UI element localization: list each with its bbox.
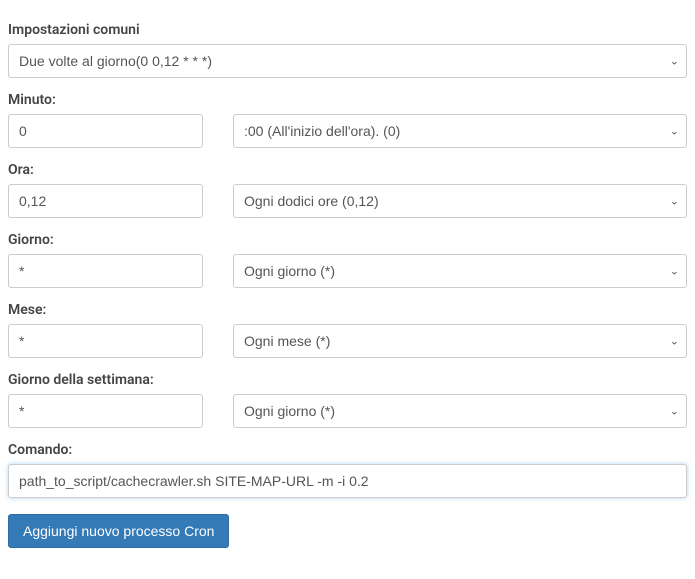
minute-input[interactable] xyxy=(8,114,203,148)
hour-select[interactable]: Ogni dodici ore (0,12) xyxy=(233,184,687,218)
weekday-select[interactable]: Ogni giorno (*) xyxy=(233,394,687,428)
hour-input[interactable] xyxy=(8,184,203,218)
common-settings-select[interactable]: Due volte al giorno(0 0,12 * * *) xyxy=(8,44,687,78)
weekday-input[interactable] xyxy=(8,394,203,428)
day-select-wrap: Ogni giorno (*) ⌄ xyxy=(233,254,687,288)
month-select-wrap: Ogni mese (*) ⌄ xyxy=(233,324,687,358)
minute-label: Minuto: xyxy=(8,92,687,108)
month-label: Mese: xyxy=(8,302,687,318)
month-input[interactable] xyxy=(8,324,203,358)
hour-select-wrap: Ogni dodici ore (0,12) ⌄ xyxy=(233,184,687,218)
weekday-select-wrap: Ogni giorno (*) ⌄ xyxy=(233,394,687,428)
day-select[interactable]: Ogni giorno (*) xyxy=(233,254,687,288)
day-input[interactable] xyxy=(8,254,203,288)
weekday-label: Giorno della settimana: xyxy=(8,372,687,388)
month-select[interactable]: Ogni mese (*) xyxy=(233,324,687,358)
minute-select-wrap: :00 (All'inizio dell'ora). (0) ⌄ xyxy=(233,114,687,148)
common-settings-label: Impostazioni comuni xyxy=(8,22,687,38)
add-cron-button[interactable]: Aggiungi nuovo processo Cron xyxy=(8,514,229,548)
common-settings-select-wrap: Due volte al giorno(0 0,12 * * *) ⌄ xyxy=(8,44,687,78)
command-input[interactable] xyxy=(8,464,687,498)
hour-label: Ora: xyxy=(8,162,687,178)
day-label: Giorno: xyxy=(8,232,687,248)
command-label: Comando: xyxy=(8,442,687,458)
minute-select[interactable]: :00 (All'inizio dell'ora). (0) xyxy=(233,114,687,148)
